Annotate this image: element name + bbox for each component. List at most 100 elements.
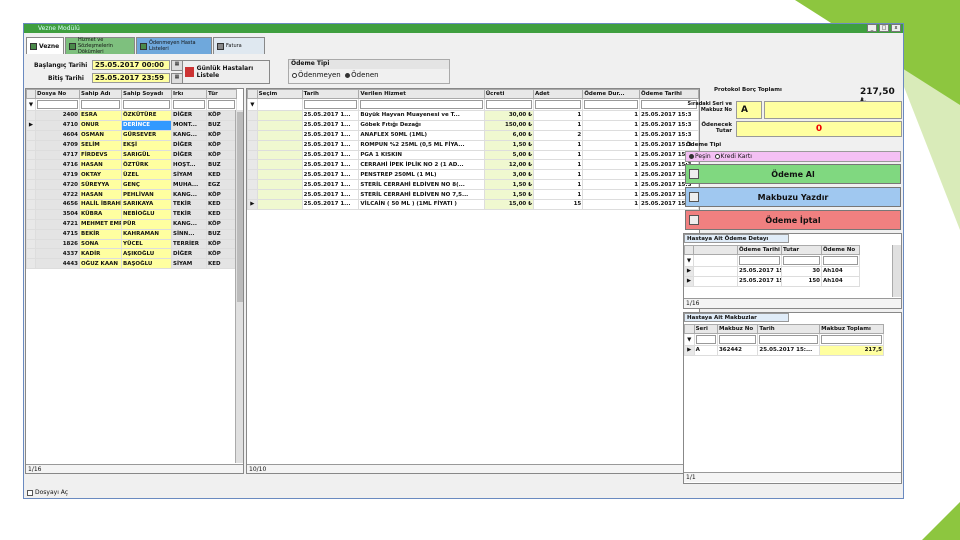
cash-radio[interactable] [689,154,694,159]
paid-radio[interactable] [345,72,351,78]
filter-input[interactable] [303,100,358,109]
receive-payment-button[interactable]: Ödeme Al [685,164,901,184]
filter-input[interactable] [81,100,120,109]
list-patients-button[interactable]: Günlük Hastaları Listele [182,60,270,84]
select-cell[interactable] [256,139,303,151]
table-row[interactable]: 4719 OKTAY ÜZEL SİYAM KED [26,169,237,181]
receive-label: Ödeme Al [771,170,815,179]
select-cell[interactable] [256,199,303,210]
col-verilen-hizmet[interactable]: Verilen Hizmet [358,89,485,99]
col-ucreti[interactable]: Ücreti [483,89,534,99]
table-row[interactable]: ▶ A 362442 25.05.2017 15:... 217,5 [684,345,884,356]
col-makbuz-no[interactable]: Makbuz No [716,324,759,334]
col-tarih[interactable]: Tarih [757,324,821,334]
table-row[interactable]: 25.05.2017 1... ROMPUN %2 25ML (0,5 ML Fİ… [247,139,699,151]
filter-input[interactable] [739,256,780,265]
tab-vezne[interactable]: Vezne [26,37,64,54]
filter-input[interactable] [485,100,532,109]
col-adet[interactable]: Adet [532,89,584,99]
due-amount-field[interactable]: 0 [736,121,902,137]
col-dosya-no[interactable]: Dosya No [35,89,80,99]
table-row[interactable]: 4709 SELİM EKŞİ DİĞER KÖP [26,139,237,151]
end-date-field[interactable]: 25.05.2017 23:59 [92,73,170,83]
open-file-checkbox[interactable] [27,489,33,496]
minimize-button[interactable]: _ [867,24,877,32]
table-row[interactable]: 4721MEHMET EMREPÜRKANG...KÖP [26,218,237,230]
select-cell[interactable] [256,159,303,171]
col-odeme-durumu[interactable]: Ödeme Dur... [582,89,641,99]
serial-field[interactable]: A [736,101,762,119]
filter-input[interactable] [37,100,78,109]
filter-input[interactable] [821,335,882,344]
table-row[interactable]: 4715 BEKİR KAHRAMAN SİNN... BUZ [26,228,237,240]
table-row[interactable]: 25.05.2017 1... ANAFLEX 50ML (1ML) 6,00 ₺ 2… [247,129,699,141]
table-row[interactable]: 25.05.2017 1... Göbek Fıtığı Dezağı 150,00… [247,119,699,131]
col-makbuz-toplami[interactable]: Makbuz Toplamı [819,324,884,334]
table-row[interactable]: 4604 OSMAN GÜRSEVER KANG... KÖP [26,129,237,141]
table-row[interactable]: 25.05.2017 1... CERRAHİ İPEK İPLİK NO 2 (… [247,159,699,171]
filter-input[interactable] [173,100,205,109]
tab-odenmeyen[interactable]: Ödenmeyen Hasta Listeleri [136,37,212,54]
filter-input[interactable] [208,100,235,109]
col-odeme-no[interactable]: Ödeme No [821,245,860,255]
filter-input[interactable] [759,335,819,344]
card-radio[interactable] [714,154,720,159]
col-tutar[interactable]: Tutar [781,245,822,255]
unpaid-radio[interactable] [292,72,297,78]
payments-scrollbar[interactable] [892,245,901,297]
filter-input[interactable] [584,100,639,109]
col-tarih[interactable]: Tarih [301,89,360,99]
table-row[interactable]: 4337 KADİR AŞIKOĞLU DİĞER KÖP [26,248,237,260]
table-row[interactable]: 1826 SONA YÜCEL TERRİER KÖP [26,238,237,250]
table-row[interactable]: 4722 HASAN PEHLİVAN KANG... KÖP [26,189,237,201]
select-cell[interactable] [256,169,303,181]
col-odeme-tarihi[interactable]: Ödeme Tarihi [639,89,699,99]
table-row[interactable]: 4717 FİRDEVS SARIGÜL DİĞER KÖP [26,149,237,161]
table-row[interactable]: ▶ 25.05.2017 15:3...30Ah104 [684,266,860,277]
select-cell[interactable] [256,149,303,161]
table-row[interactable]: ▶ 25.05.2017 1... VİLCAİN ( 50 ML ) (1ML F… [247,199,699,210]
table-row[interactable]: 25.05.2017 1... STERİL CERRAHİ ELDİVEN NO… [247,189,699,201]
table-row[interactable]: 3504 KÜBRA NEBİOĞLU TEKİR KED [26,208,237,220]
table-row[interactable]: 25.05.2017 1... Büyük Hayvan Muayenesi ve… [247,110,699,121]
table-row[interactable]: 25.05.2017 1... STERİL CERRAHİ ELDİVEN NO… [247,179,699,191]
table-row[interactable]: 4656HALİL İBRAHİ...SARIKAYATEKİRKED [26,199,237,210]
cancel-payment-button[interactable]: Ödeme İptal [685,210,901,230]
col-tur[interactable]: Tür [206,89,237,99]
col-secim[interactable]: Seçim [256,89,303,99]
filter-input[interactable] [718,335,757,344]
row-indicator-header [247,89,258,99]
select-cell[interactable] [256,110,303,121]
select-cell[interactable] [256,119,303,131]
patients-scrollbar[interactable] [235,110,243,463]
maximize-button[interactable]: □ [879,24,889,32]
filter-input[interactable] [695,335,716,344]
filter-input[interactable] [534,100,582,109]
col-irki[interactable]: Irkı [171,89,207,99]
tab-fatura[interactable]: Fatura [213,37,265,54]
col-sahip-soyadi[interactable]: Sahip Soyadı [121,89,172,99]
start-date-field[interactable]: 25.05.2017 00:00 [92,60,170,70]
close-button[interactable]: x [891,24,901,32]
select-cell[interactable] [256,189,303,201]
filter-input[interactable] [783,256,820,265]
table-row[interactable]: ▶ 25.05.2017 15:3...150Ah104 [684,275,860,287]
select-cell[interactable] [256,129,303,141]
table-row[interactable]: 4720 SÜREYYA GENÇ MUHA... EGZ [26,179,237,191]
col-sahip-adi[interactable]: Sahip Adı [79,89,122,99]
table-row[interactable]: ▶ 4710 ONUR DERİNCE MONT... BUZ [26,119,237,131]
col-seri[interactable]: Seri [693,324,718,334]
receipt-no-field[interactable] [764,101,902,119]
tab-dokumler[interactable]: Hizmet ve Sözleşmelerin Dökümleri [65,37,135,55]
table-row[interactable]: 25.05.2017 1... PGA 1 KISKIN 5,00 ₺ 1 1 25.05… [247,149,699,161]
filter-input[interactable] [123,100,170,109]
filter-input[interactable] [360,100,483,109]
table-row[interactable]: 4443 OĞUZ KAAN BAŞOĞLU SİYAM KED [26,258,237,270]
table-row[interactable]: 4716 HASAN ÖZTÜRK HOŞT... BUZ [26,159,237,171]
table-row[interactable]: 2400 ESRA ÖZKÜTÜRE DİĞER KÖP [26,110,237,121]
print-receipt-button[interactable]: Makbuzu Yazdır [685,187,901,207]
filter-input[interactable] [823,256,858,265]
select-cell[interactable] [256,179,303,191]
table-row[interactable]: 25.05.2017 1... PENSTREP 250ML (1 ML) 3,00… [247,169,699,181]
col-odeme-tarihi[interactable]: Ödeme Tarihi [737,245,782,255]
